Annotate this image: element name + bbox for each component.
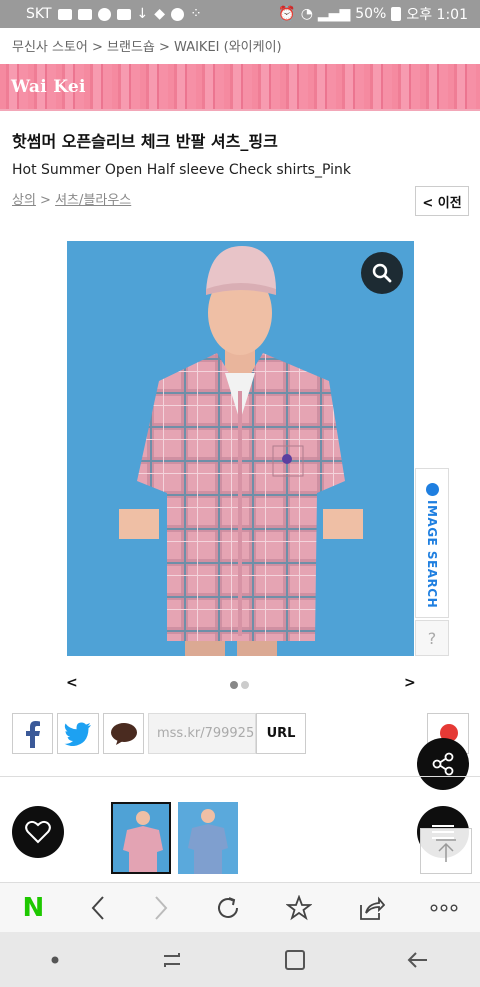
previous-button[interactable]: < 이전 [415, 186, 469, 216]
thumbnail-blue-image [178, 802, 238, 874]
wishlist-fab[interactable] [12, 806, 64, 858]
recent-apps-icon[interactable] [160, 950, 184, 970]
download-icon: ↓ [136, 6, 149, 22]
system-back-icon[interactable] [406, 950, 430, 970]
scroll-to-top-button[interactable] [420, 828, 472, 874]
apps-icon: ⁘ [190, 6, 202, 22]
more-icon[interactable] [430, 903, 458, 913]
thumbnail-pink-image [113, 804, 169, 872]
share-icon [432, 752, 454, 776]
short-url-field[interactable]: mss.kr/799925 [148, 713, 256, 754]
breadcrumb[interactable]: 무신사 스토어 > 브랜드숍 > WAIKEI (와이케이) [12, 36, 282, 55]
facebook-share-button[interactable] [12, 713, 53, 754]
gallery-dot-2[interactable] [241, 681, 249, 689]
speech-bubble-icon [110, 722, 137, 745]
share-fab[interactable] [417, 738, 469, 790]
status-bar: SKT ↓ ◆ ⁘ ⏰ ◔ ▂▄▆ 50% 오후 1:01 [0, 0, 480, 28]
message-icon [57, 8, 72, 20]
battery-icon [391, 7, 402, 21]
alarm-icon: ⏰ [278, 6, 296, 22]
mail-icon [77, 8, 92, 20]
reload-icon[interactable] [215, 895, 241, 921]
facebook-icon [25, 720, 40, 748]
gallery-next-arrow[interactable]: > [404, 675, 416, 691]
forward-icon[interactable] [152, 895, 170, 921]
twitter-icon [64, 722, 91, 746]
category-link-top[interactable]: 상의 [12, 193, 36, 208]
instagram-icon [116, 8, 131, 20]
section-divider [0, 776, 480, 777]
thumbnail-blue[interactable] [178, 802, 238, 874]
diamond-icon: ◆ [154, 6, 166, 22]
brand-logo: Wai Kei [11, 77, 86, 97]
gallery-prev-arrow[interactable]: < [66, 675, 78, 691]
image-search-button[interactable]: IMAGE SEARCH [415, 468, 449, 618]
image-search-label: IMAGE SEARCH [425, 500, 439, 609]
search-icon [372, 263, 392, 283]
battery-level: 50% [355, 6, 387, 22]
share-out-icon[interactable] [357, 895, 385, 921]
arrow-up-icon [436, 839, 456, 862]
bookmark-star-icon[interactable] [285, 894, 312, 921]
gallery-dot-1[interactable] [230, 681, 238, 689]
home-icon[interactable] [284, 949, 306, 971]
category-separator: > [35, 193, 56, 208]
product-title-english: Hot Summer Open Half sleeve Check shirts… [12, 162, 351, 178]
zoom-button[interactable] [361, 252, 403, 294]
chat-icon [97, 7, 111, 21]
thumbnail-pink[interactable] [111, 802, 171, 874]
category-path: 상의 > 셔츠/블라우스 [12, 189, 131, 208]
kakao-story-share-button[interactable] [103, 713, 144, 754]
product-title-korean: 핫썸머 오픈슬리브 체크 반팔 셔츠_핑크 [12, 132, 278, 151]
system-navigation-bar [0, 932, 480, 987]
naver-home-icon[interactable]: N [22, 893, 44, 923]
image-search-dot-icon [425, 483, 439, 496]
brand-banner[interactable]: Wai Kei [0, 64, 480, 111]
carrier-label: SKT [26, 6, 52, 22]
gallery-indicator [230, 681, 249, 689]
heart-icon [25, 820, 51, 844]
clock: 오후 1:01 [406, 7, 468, 23]
signal-icon: ▂▄▆ [317, 6, 351, 22]
browser-toolbar: N [0, 882, 480, 932]
category-link-sub[interactable]: 셔츠/블라우스 [55, 193, 131, 208]
wifi-icon: ◔ [300, 6, 313, 22]
back-icon[interactable] [89, 895, 107, 921]
info-icon [171, 7, 185, 21]
image-search-help-button[interactable]: ? [415, 620, 449, 656]
product-image[interactable] [67, 241, 414, 656]
nav-dot-icon[interactable] [50, 955, 60, 965]
model-illustration [119, 246, 363, 656]
url-copy-button[interactable]: URL [256, 713, 306, 754]
twitter-share-button[interactable] [57, 713, 99, 754]
